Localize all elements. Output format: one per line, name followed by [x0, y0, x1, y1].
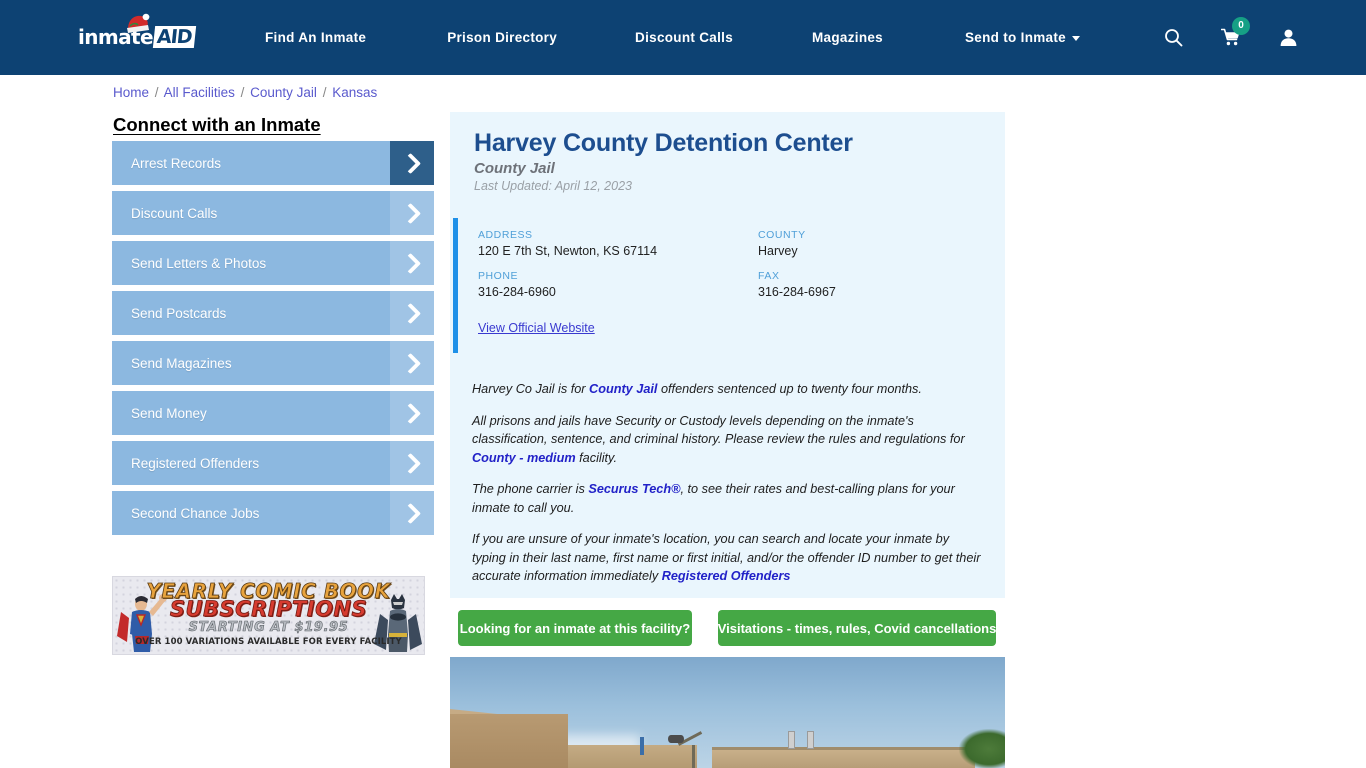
site-header: inmate AID Find An Inmate Prison Directo… — [0, 0, 1366, 75]
comic-book-subscription-ad[interactable]: YEARLY COMIC BOOK SUBSCRIPTIONS STARTING… — [112, 576, 425, 655]
info-value: 316-284-6967 — [758, 285, 836, 299]
facility-info-card: Harvey County Detention Center County Ja… — [450, 112, 1005, 598]
text-run: All prisons and jails have Security or C… — [472, 413, 965, 447]
sidebar-item-label: Registered Offenders — [131, 455, 260, 471]
facility-photo — [450, 657, 1005, 768]
ad-headline-line2: SUBSCRIPTIONS — [169, 597, 368, 622]
nav-item-send-to-inmate[interactable]: Send to Inmate — [965, 30, 1080, 45]
photo-chimney — [788, 731, 795, 749]
chevron-down-icon — [1071, 35, 1080, 41]
chevron-right-icon — [390, 491, 434, 535]
breadcrumb-item-kansas[interactable]: Kansas — [332, 85, 377, 100]
info-address: ADDRESS 120 E 7th St, Newton, KS 67114 — [478, 229, 748, 258]
logo-text-aid: AID — [152, 26, 196, 48]
nav-item-find-an-inmate[interactable]: Find An Inmate — [265, 30, 366, 45]
chevron-right-icon — [390, 241, 434, 285]
nav-item-magazines[interactable]: Magazines — [812, 30, 883, 45]
nav-item-discount-calls[interactable]: Discount Calls — [635, 30, 733, 45]
sidebar-item-label: Second Chance Jobs — [131, 505, 260, 521]
info-value: 120 E 7th St, Newton, KS 67114 — [478, 244, 658, 258]
sidebar-item-send-magazines[interactable]: Send Magazines — [112, 341, 434, 385]
cart-badge-count: 0 — [1232, 17, 1250, 35]
photo-tree — [959, 729, 1005, 768]
facility-description: Harvey Co Jail is for County Jail offend… — [472, 380, 984, 599]
sidebar-item-label: Discount Calls — [131, 205, 218, 221]
visitations-button[interactable]: Visitations - times, rules, Covid cancel… — [718, 610, 996, 646]
photo-light-pole — [692, 745, 695, 768]
last-updated-text: Last Updated: April 12, 2023 — [474, 179, 632, 193]
sidebar-menu: Arrest Records Discount Calls Send Lette… — [112, 141, 434, 541]
breadcrumb-item-county-jail[interactable]: County Jail — [250, 85, 317, 100]
cart-icon[interactable]: 0 — [1220, 17, 1250, 47]
sidebar-item-send-letters-photos[interactable]: Send Letters & Photos — [112, 241, 434, 285]
header-icon-group: 0 — [1164, 0, 1298, 75]
ad-subtext-line: OVER 100 VARIATIONS AVAILABLE FOR EVERY … — [135, 637, 402, 647]
sidebar-item-label: Send Money — [131, 405, 207, 421]
text-run: facility. — [575, 450, 617, 465]
breadcrumb-item-home[interactable]: Home — [113, 85, 149, 100]
photo-lamp-head — [668, 735, 684, 743]
sidebar-item-registered-offenders[interactable]: Registered Offenders — [112, 441, 434, 485]
sidebar-item-second-chance-jobs[interactable]: Second Chance Jobs — [112, 491, 434, 535]
nav-item-send-to-inmate-label: Send to Inmate — [965, 30, 1066, 45]
site-logo[interactable]: inmate AID — [78, 13, 196, 54]
text-run: Harvey Co Jail is for — [472, 382, 590, 396]
sidebar-item-discount-calls[interactable]: Discount Calls — [112, 191, 434, 235]
sidebar-item-label: Arrest Records — [131, 155, 222, 171]
chevron-right-icon — [390, 191, 434, 235]
sidebar-item-label: Send Letters & Photos — [131, 255, 267, 271]
chevron-right-icon — [390, 441, 434, 485]
photo-chimney — [807, 731, 814, 749]
sidebar-item-arrest-records[interactable]: Arrest Records — [112, 141, 434, 185]
facility-type: County Jail — [474, 160, 555, 177]
breadcrumb-separator: / — [154, 85, 159, 100]
info-county: COUNTY Harvey — [758, 229, 988, 258]
link-securus-tech[interactable]: Securus Tech® — [588, 482, 680, 496]
user-account-icon[interactable] — [1279, 28, 1298, 47]
info-label: FAX — [758, 270, 780, 282]
sidebar-item-label: Send Postcards — [131, 305, 227, 321]
link-county-jail[interactable]: County Jail — [589, 382, 657, 396]
photo-building-left — [450, 714, 568, 768]
chevron-right-icon — [390, 141, 434, 185]
sidebar-title: Connect with an Inmate — [113, 114, 321, 135]
photo-sign-post — [640, 737, 644, 755]
text-run: offenders sentenced up to twenty four mo… — [657, 382, 922, 396]
info-label: COUNTY — [758, 229, 806, 241]
inmate-search-button[interactable]: Looking for an inmate at this facility? — [458, 610, 692, 646]
breadcrumb-separator: / — [322, 85, 327, 100]
info-value: 316-284-6960 — [478, 285, 556, 299]
accent-bar — [453, 218, 458, 353]
info-fax: FAX 316-284-6967 — [758, 270, 988, 299]
text-run: The phone carrier is — [472, 482, 589, 496]
ad-price-line: STARTING AT $19.95 — [188, 620, 349, 636]
view-official-website-link[interactable]: View Official Website — [478, 321, 595, 335]
breadcrumb-separator: / — [240, 85, 245, 100]
info-phone: PHONE 316-284-6960 — [478, 270, 748, 299]
info-value: Harvey — [758, 244, 798, 258]
description-paragraph: If you are unsure of your inmate's locat… — [472, 530, 984, 586]
link-county-medium[interactable]: County - medium — [472, 451, 576, 465]
facility-contact-block: ADDRESS 120 E 7th St, Newton, KS 67114 C… — [453, 218, 1005, 353]
sidebar-item-label: Send Magazines — [131, 355, 232, 371]
page-title: Harvey County Detention Center — [474, 129, 853, 157]
info-label: ADDRESS — [478, 229, 533, 241]
sidebar-item-send-money[interactable]: Send Money — [112, 391, 434, 435]
breadcrumb-item-all-facilities[interactable]: All Facilities — [164, 85, 235, 100]
link-registered-offenders[interactable]: Registered Offenders — [662, 569, 791, 583]
main-navigation: Find An Inmate Prison Directory Discount… — [265, 0, 1080, 75]
description-paragraph: The phone carrier is Securus Tech®, to s… — [472, 480, 984, 517]
photo-building-right — [712, 750, 975, 768]
search-icon[interactable] — [1164, 28, 1183, 47]
chevron-right-icon — [390, 391, 434, 435]
description-paragraph: All prisons and jails have Security or C… — [472, 412, 984, 468]
info-label: PHONE — [478, 270, 519, 282]
logo-text-inmate: inmate — [78, 25, 154, 49]
breadcrumb: Home / All Facilities / County Jail / Ka… — [113, 85, 377, 100]
description-paragraph: Harvey Co Jail is for County Jail offend… — [472, 380, 984, 399]
sidebar-item-send-postcards[interactable]: Send Postcards — [112, 291, 434, 335]
chevron-right-icon — [390, 341, 434, 385]
nav-item-prison-directory[interactable]: Prison Directory — [447, 30, 557, 45]
chevron-right-icon — [390, 291, 434, 335]
